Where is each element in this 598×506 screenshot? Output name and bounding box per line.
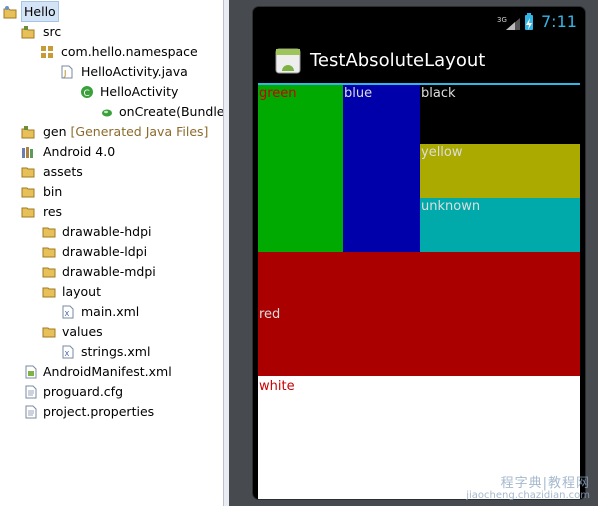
svg-text:X: X [65,310,70,318]
folder-icon [42,325,56,339]
clock: 7:11 [541,12,577,31]
class-icon: C [80,85,94,99]
tree-item-drawable-hdpi[interactable]: drawable-hdpi [0,222,220,242]
tree-item-project-hello[interactable]: Hello [0,1,220,22]
svg-text:J: J [63,69,66,78]
device-screen: 3G 7:11 TestAbsoluteLayout green blue bl… [253,7,585,499]
generated-files-label: [Generated Java Files] [70,124,209,139]
svg-text:C: C [84,89,90,99]
tree-item-gen[interactable]: gen [Generated Java Files] [0,122,220,142]
tree-item-drawable-mdpi[interactable]: drawable-mdpi [0,262,220,282]
folder-icon [42,285,56,299]
view-green-label: green [259,86,297,101]
view-unknown: unknown [420,198,580,252]
xml-file-icon: X [61,345,75,359]
absolute-layout: green blue black yellow unknown red whit… [258,85,580,499]
java-file-icon: J [60,65,74,79]
svg-text:X: X [65,350,70,358]
tree-item-helloactivity-java[interactable]: J HelloActivity.java [0,62,220,82]
project-icon [3,5,17,19]
xml-file-icon: X [61,305,75,319]
signal-icon [505,16,521,35]
tree-item-bin[interactable]: bin [0,182,220,202]
tree-item-main-xml[interactable]: X main.xml [0,302,220,322]
folder-icon [42,245,56,259]
text-file-icon [24,385,38,399]
tree-item-drawable-ldpi[interactable]: drawable-ldpi [0,242,220,262]
tree-item-android-manifest[interactable]: AndroidManifest.xml [0,362,220,382]
view-yellow: yellow [420,144,580,198]
watermark-line-1: 程字典|教程网 [500,476,590,491]
folder-icon [42,265,56,279]
watermark-line-2: jiaocheng.chazidian.com [466,490,590,501]
tree-item-layout[interactable]: layout [0,282,220,302]
folder-icon [21,165,35,179]
library-icon [21,145,35,159]
tree-item-proguard[interactable]: proguard.cfg [0,382,220,402]
tree-item-src[interactable]: src [0,22,220,42]
action-bar: TestAbsoluteLayout [253,39,585,83]
package-explorer: Hello src com.hello.namespace J HelloAct… [0,0,229,506]
package-icon [40,45,54,59]
tree-item-method-oncreate[interactable]: onCreate(Bundle) [0,102,229,122]
source-folder-icon [21,25,35,39]
tree-item-strings-xml[interactable]: X strings.xml [0,342,220,362]
tree-item-android-library[interactable]: Android 4.0 [0,142,220,162]
watermark: 程字典|教程网 jiaocheng.chazidian.com [466,476,590,502]
tree-item-project-properties[interactable]: project.properties [0,402,220,422]
view-green: green [258,85,343,252]
folder-icon [21,205,35,219]
view-red: red [258,252,580,376]
view-blue: blue [343,85,420,252]
tree-item-res[interactable]: res [0,202,220,222]
tree-item-package[interactable]: com.hello.namespace [0,42,220,62]
folder-icon [42,225,56,239]
tree-item-gen-label: gen [43,124,67,139]
app-title: TestAbsoluteLayout [310,50,486,71]
source-folder-icon [21,125,35,139]
android-manifest-icon [24,365,38,379]
status-bar: 3G 7:11 [253,7,585,39]
folder-icon [21,185,35,199]
view-red-label: red [259,307,281,322]
tree-item-assets[interactable]: assets [0,162,220,182]
text-file-icon [24,405,38,419]
charging-icon [525,16,533,35]
view-black-label: black [421,86,456,101]
view-white-label: white [259,379,295,394]
method-icon [100,105,114,119]
view-blue-label: blue [344,86,373,101]
tree-item-class-helloactivity[interactable]: C HelloActivity [0,82,220,102]
view-yellow-label: yellow [421,145,463,160]
view-black: black [420,85,580,144]
tree-item-values[interactable]: values [0,322,220,342]
app-launcher-icon[interactable] [274,47,302,75]
view-unknown-label: unknown [421,199,481,214]
